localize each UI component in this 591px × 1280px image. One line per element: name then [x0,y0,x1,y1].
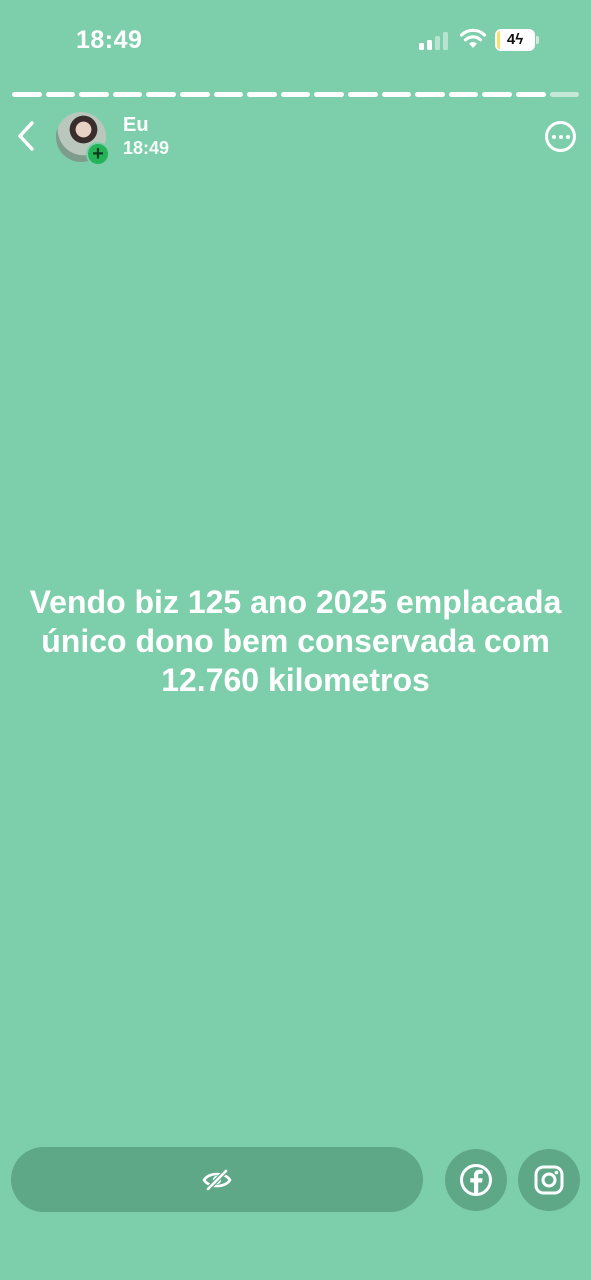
progress-segment [381,92,412,97]
progress-segment [314,92,344,97]
progress-segment [146,92,176,97]
status-text: Vendo biz 125 ano 2025 emplacada único d… [29,584,562,698]
progress-segment [415,92,445,97]
progress-segment [280,92,311,97]
battery-icon: 4ϟ [495,29,539,51]
progress-segment [179,92,210,97]
more-options-icon[interactable] [545,121,576,152]
back-chevron-icon[interactable] [12,116,42,156]
status-viewer-screen: 18:49 4ϟ + Eu 18:49 Vendo biz 125 ano 20… [0,0,591,1280]
progress-segment [515,92,546,97]
share-instagram-button[interactable] [518,1149,580,1211]
contact-name: Eu [123,114,149,136]
battery-level: 4ϟ [506,31,524,48]
story-header: + Eu 18:49 [0,108,591,168]
progress-segment [45,92,76,97]
status-bar: 18:49 4ϟ [0,0,591,80]
facebook-icon [460,1164,492,1196]
progress-segment [79,92,109,97]
instagram-icon [534,1165,564,1195]
avatar[interactable]: + [56,112,110,166]
viewers-button[interactable] [11,1147,423,1212]
progress-segment [213,92,244,97]
progress-segment [448,92,479,97]
progress-segment [549,92,580,97]
share-facebook-button[interactable] [445,1149,507,1211]
progress-segment [482,92,512,97]
add-status-icon[interactable]: + [86,142,110,166]
progress-segment [12,92,42,97]
progress-segment [247,92,277,97]
eye-off-icon [202,1168,232,1191]
story-progress-bar [12,92,580,98]
progress-segment [112,92,143,97]
cellular-signal-icon [419,32,448,50]
status-time: 18:49 [76,26,143,54]
wifi-icon [459,28,487,48]
status-timestamp: 18:49 [123,138,170,158]
progress-segment [347,92,378,97]
